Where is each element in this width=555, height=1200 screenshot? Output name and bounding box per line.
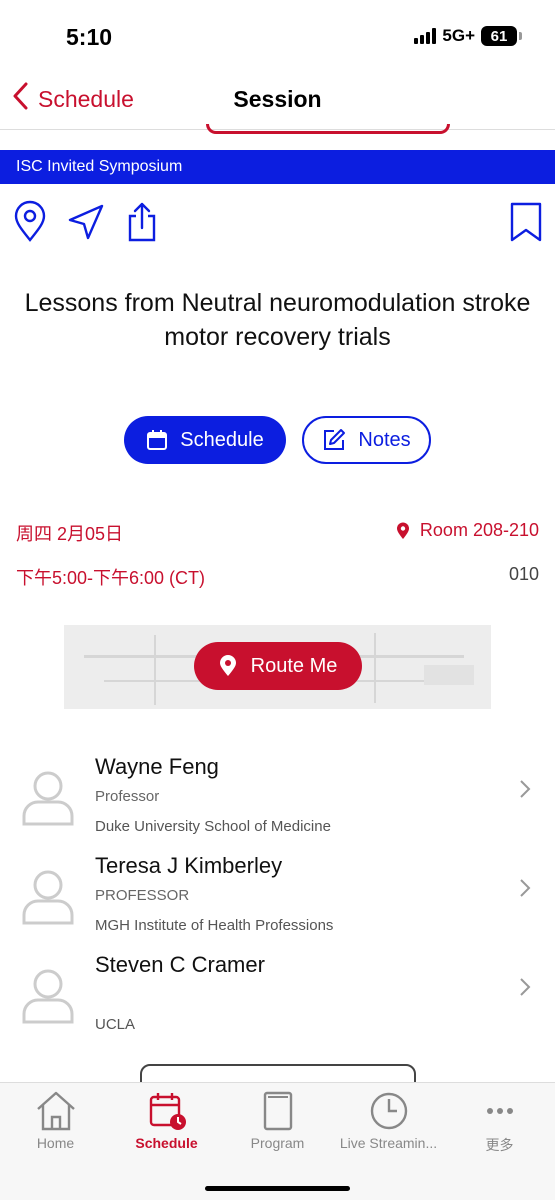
- scrolled-header-edge: [206, 124, 450, 134]
- page-title: Session: [233, 86, 322, 112]
- home-icon: [36, 1091, 75, 1131]
- location-pin-icon[interactable]: [12, 200, 48, 244]
- track-banner: ISC Invited Symposium: [0, 150, 555, 184]
- map-marker-icon: [219, 655, 236, 676]
- status-time: 5:10: [66, 24, 113, 50]
- avatar-icon: [22, 969, 74, 1024]
- action-row: [0, 200, 555, 244]
- room-label: Room 208-210: [419, 520, 539, 540]
- home-indicator: [205, 1186, 350, 1191]
- speaker-organization: MGH Institute of Health Professions: [95, 917, 334, 934]
- speaker-name: Wayne Feng: [95, 754, 219, 779]
- tab-more[interactable]: 更多: [444, 1089, 555, 1159]
- network-label: 5G+: [442, 26, 475, 45]
- calendar-icon: [147, 430, 168, 450]
- schedule-button-label: Schedule: [180, 428, 264, 451]
- tab-schedule[interactable]: Schedule: [111, 1089, 222, 1159]
- calendar-clock-icon: [149, 1093, 186, 1130]
- session-date: 周四 2月05日: [16, 524, 124, 544]
- notes-button-label: Notes: [358, 428, 411, 451]
- tab-home[interactable]: Home: [0, 1089, 111, 1159]
- avatar-icon: [22, 771, 74, 826]
- tab-live-streaming[interactable]: Live Streamin...: [333, 1089, 444, 1159]
- chevron-right-icon: [519, 976, 531, 1004]
- tab-label: Program: [250, 1135, 305, 1151]
- session-room[interactable]: Room 208-210: [396, 520, 539, 541]
- share-icon[interactable]: [124, 200, 160, 244]
- session-actions: Schedule Notes: [0, 416, 555, 464]
- signal-icon: [414, 28, 437, 44]
- battery-icon: 61: [481, 26, 522, 46]
- session-title: Lessons from Neutral neuromodulation str…: [24, 289, 531, 351]
- tab-label: Live Streamin...: [339, 1135, 438, 1151]
- book-icon: [263, 1091, 292, 1131]
- tab-bar: Home Schedule Program Live Streamin... 更…: [0, 1082, 555, 1200]
- tab-label: Schedule: [135, 1135, 198, 1151]
- more-dots-icon: [486, 1108, 513, 1114]
- navigate-icon[interactable]: [68, 200, 104, 244]
- speaker-title: PROFESSOR: [95, 887, 190, 904]
- notes-button[interactable]: Notes: [302, 416, 431, 464]
- chevron-right-icon: [519, 877, 531, 905]
- session-time: 下午5:00-下午6:00 (CT): [16, 568, 206, 588]
- status-bar: 5:10 5G+ 61: [0, 0, 555, 70]
- tab-program[interactable]: Program: [222, 1089, 333, 1159]
- route-me-button[interactable]: Route Me: [194, 642, 362, 690]
- speaker-row[interactable]: Wayne Feng Professor Duke University Sch…: [0, 752, 555, 850]
- tab-label: 更多: [485, 1137, 514, 1153]
- battery-level: 61: [490, 27, 508, 45]
- speaker-row[interactable]: Teresa J Kimberley PROFESSOR MGH Institu…: [0, 851, 555, 949]
- speaker-organization: Duke University School of Medicine: [95, 818, 331, 835]
- session-code: 010: [508, 564, 539, 584]
- status-indicators: 5G+ 61: [414, 26, 522, 46]
- venue-map[interactable]: Route Me: [64, 625, 491, 709]
- edit-note-icon: [324, 429, 346, 450]
- schedule-button[interactable]: Schedule: [124, 416, 286, 464]
- avatar-icon: [22, 870, 74, 925]
- bookmark-icon[interactable]: [508, 200, 544, 244]
- chevron-right-icon: [519, 778, 531, 806]
- speaker-name: Teresa J Kimberley: [95, 853, 283, 878]
- speaker-title: Professor: [95, 788, 160, 805]
- nav-bar: Schedule Session: [0, 70, 555, 130]
- speaker-name: Steven C Cramer: [95, 952, 265, 977]
- clock-icon: [370, 1092, 407, 1130]
- speaker-organization: UCLA: [95, 1016, 136, 1033]
- tab-label: Home: [36, 1135, 75, 1151]
- speaker-row[interactable]: Steven C Cramer UCLA: [0, 950, 555, 1048]
- map-marker-icon: [396, 522, 409, 539]
- route-me-label: Route Me: [250, 654, 338, 677]
